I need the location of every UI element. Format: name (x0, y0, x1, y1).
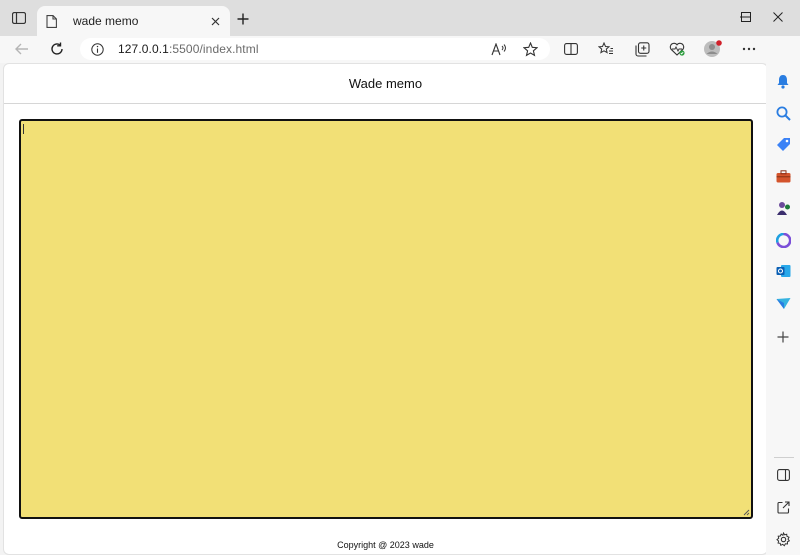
memo-textarea[interactable] (19, 119, 753, 519)
search-icon[interactable] (774, 104, 792, 122)
address-bar[interactable]: 127.0.0.1:5500/index.html (80, 38, 550, 60)
tab-title: wade memo (73, 14, 139, 28)
back-arrow-icon[interactable] (10, 38, 34, 60)
more-icon[interactable] (738, 39, 760, 59)
url-text: 127.0.0.1:5500/index.html (118, 42, 259, 56)
star-icon[interactable] (521, 41, 539, 57)
favorites-icon[interactable] (595, 39, 617, 59)
info-icon[interactable] (90, 42, 104, 56)
page-viewport: Wade memo Copyright @ 2023 wade (3, 63, 768, 555)
settings-icon[interactable] (774, 530, 792, 548)
games-icon[interactable] (774, 199, 792, 217)
collections-icon[interactable] (631, 39, 653, 59)
toolbox-icon[interactable] (774, 167, 792, 185)
sidebar-toggle-icon[interactable] (774, 466, 792, 484)
text-cursor (23, 124, 24, 134)
sidebar-divider (774, 457, 794, 458)
plus-icon[interactable] (233, 9, 253, 29)
page-title: Wade memo (348, 76, 423, 91)
edge-sidebar (766, 36, 800, 555)
active-tab[interactable]: wade memo (37, 6, 230, 36)
bell-icon[interactable] (774, 72, 792, 90)
external-link-icon[interactable] (774, 498, 792, 516)
outlook-icon[interactable] (774, 262, 792, 280)
add-icon[interactable] (774, 328, 792, 346)
close-window-button[interactable] (755, 0, 800, 34)
toolbar: 127.0.0.1:5500/index.html (0, 36, 800, 63)
tag-icon[interactable] (774, 135, 792, 153)
read-aloud-icon[interactable] (490, 41, 508, 57)
close-icon[interactable] (207, 13, 223, 29)
tab-actions-icon[interactable] (8, 7, 30, 29)
page-header: Wade memo (4, 64, 767, 104)
document-icon (46, 14, 60, 28)
tab-strip: wade memo (0, 0, 800, 36)
footer: Copyright @ 2023 wade (337, 540, 434, 550)
refresh-icon[interactable] (45, 38, 69, 60)
send-icon[interactable] (774, 294, 792, 312)
url-path: :5500/index.html (168, 42, 259, 56)
heart-icon[interactable] (666, 39, 688, 59)
profile-icon[interactable] (702, 39, 724, 59)
split-screen-icon[interactable] (560, 39, 582, 59)
resize-handle-icon[interactable] (742, 508, 750, 516)
url-host: 127.0.0.1 (118, 42, 169, 56)
microsoft365-icon[interactable] (774, 231, 792, 249)
